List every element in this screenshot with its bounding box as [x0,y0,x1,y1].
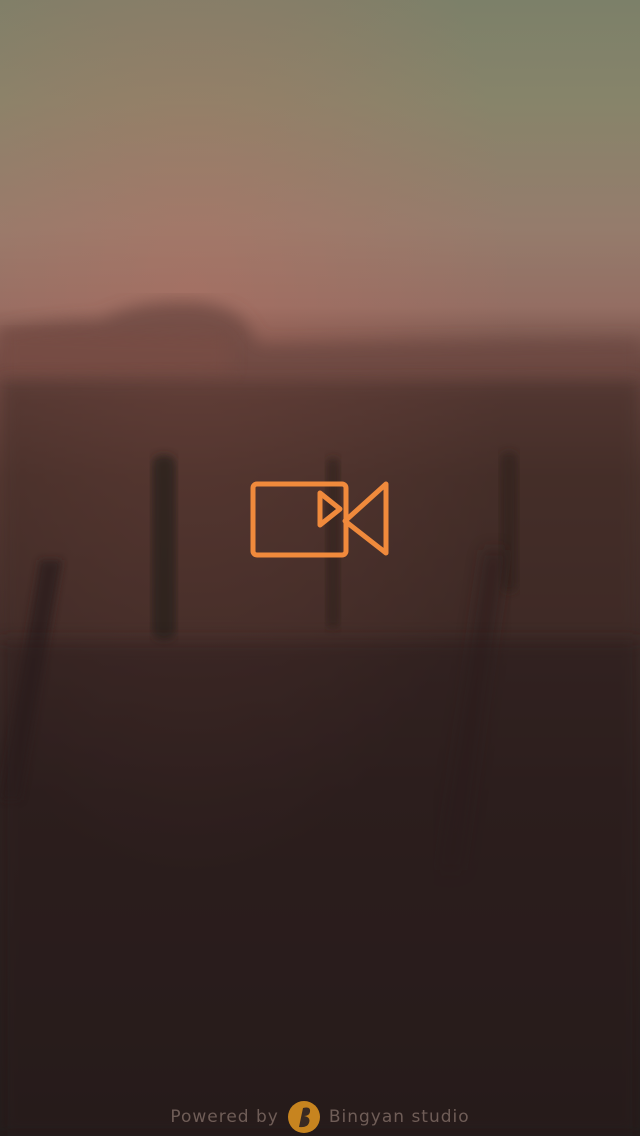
background-image [0,0,640,1136]
footer-credit: Powered by Bingyan studio [0,1100,640,1134]
splash-screen: Powered by Bingyan studio [0,0,640,1136]
video-camera-icon [250,481,389,558]
bingyan-logo-icon [287,1101,320,1133]
powered-by-label: Powered by [170,1107,279,1127]
studio-name-label: Bingyan studio [328,1107,470,1127]
